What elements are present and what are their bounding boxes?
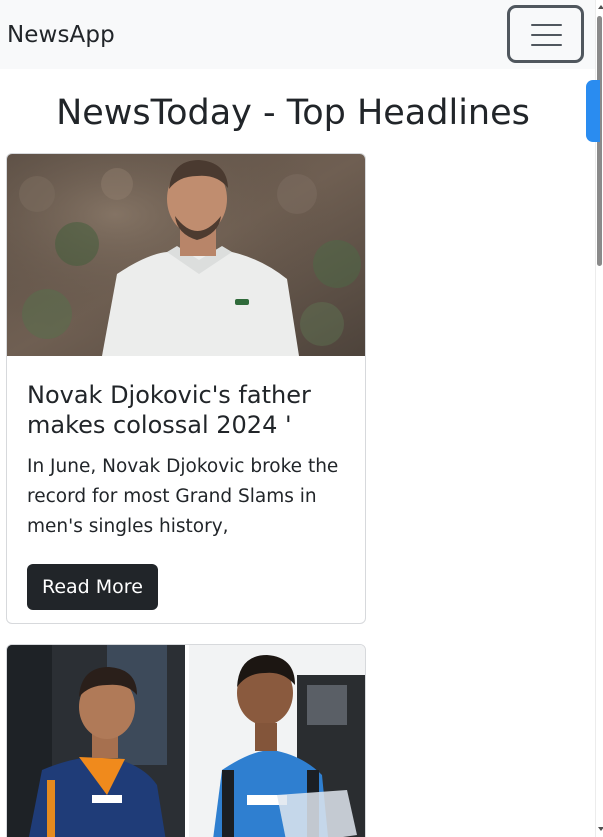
news-card: Novak Djokovic's father makes colossal 2…: [6, 153, 366, 624]
news-card: [6, 644, 366, 837]
hamburger-menu-icon: [531, 23, 562, 47]
article-title: Novak Djokovic's father makes colossal 2…: [27, 381, 311, 439]
tennis-player-photo: [7, 154, 365, 356]
navbar: NewsApp: [0, 0, 595, 69]
read-more-button[interactable]: Read More: [27, 564, 158, 610]
brand-link[interactable]: NewsApp: [7, 20, 115, 50]
scroll-up-arrow-icon[interactable]: [598, 5, 603, 9]
scroll-indicator[interactable]: [586, 80, 600, 142]
navbar-toggler-button[interactable]: [507, 5, 584, 63]
cricket-players-photo: [7, 645, 365, 837]
page-title: NewsToday - Top Headlines: [56, 93, 530, 133]
card-body: Novak Djokovic's father makes colossal 2…: [7, 356, 365, 610]
page: NewsApp NewsToday - Top Headlines Novak …: [0, 0, 603, 837]
scroll-down-arrow-icon[interactable]: [598, 827, 603, 831]
article-description: In June, Novak Djokovic broke the record…: [27, 456, 339, 537]
